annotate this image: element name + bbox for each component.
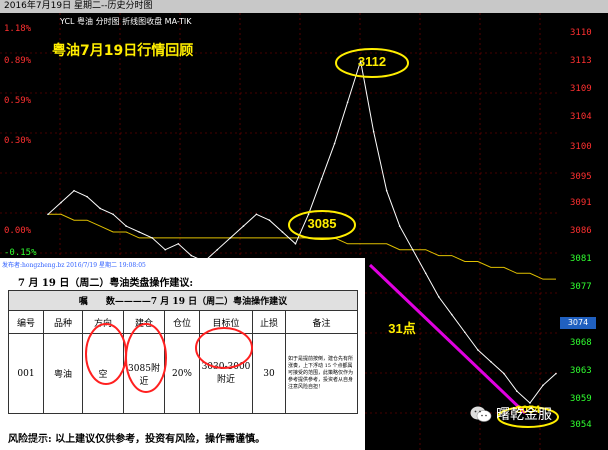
price-point xyxy=(190,254,193,257)
price-point xyxy=(242,225,245,227)
price-point xyxy=(333,142,336,145)
high-callout: 3112 xyxy=(357,54,387,69)
price-point xyxy=(385,189,388,192)
price-tick: 3081 xyxy=(570,254,592,264)
price-tick: 3100 xyxy=(570,142,592,152)
price-point xyxy=(177,242,180,245)
window-title: 2016年7月19日 星期二--历史分时图 xyxy=(0,0,608,13)
price-point xyxy=(516,390,518,393)
price-point xyxy=(542,384,544,387)
trend-line xyxy=(368,263,527,415)
overlay-title: 粤油7月19日行情回顾 xyxy=(52,43,194,59)
price-tick: 3113 xyxy=(570,56,592,66)
chart-header: YCL 粤油 分时图 折线图收盘 MA-TIK xyxy=(60,17,192,26)
watermark: 曙乾金服 xyxy=(496,407,552,423)
price-point xyxy=(86,195,88,198)
price-point xyxy=(477,349,479,351)
price-point xyxy=(450,313,453,316)
price-point xyxy=(73,189,75,192)
price-tick: 3109 xyxy=(570,84,592,94)
pct-tick: 0.89% xyxy=(4,56,32,66)
pct-tick: 0.00% xyxy=(4,226,32,236)
price-point xyxy=(125,225,127,227)
price-point xyxy=(268,219,271,222)
price-point xyxy=(164,248,167,251)
price-point xyxy=(346,101,349,104)
price-point xyxy=(555,372,557,375)
price-tick: 3077 xyxy=(570,282,592,292)
annotation-circles xyxy=(85,323,253,393)
price-tick: 3110 xyxy=(570,28,592,38)
price-tick: 3086 xyxy=(570,226,592,236)
price-point xyxy=(464,331,466,334)
price-point xyxy=(437,296,440,298)
price-point xyxy=(307,213,310,216)
price-point xyxy=(112,213,114,216)
price-tick: 3091 xyxy=(570,198,592,208)
footer-brand: 汇拓财经 xyxy=(22,436,50,444)
pct-tick: -0.15% xyxy=(4,248,37,258)
price-point xyxy=(320,178,323,180)
price-point xyxy=(229,237,232,239)
price-point xyxy=(424,272,427,275)
pct-tick: 1.18% xyxy=(4,24,32,34)
price-tick: 3104 xyxy=(570,112,592,122)
price-point xyxy=(281,231,284,233)
pct-tick: 0.30% xyxy=(4,136,32,146)
price-tick: 3063 xyxy=(570,366,592,376)
price-point xyxy=(151,237,154,239)
price-point xyxy=(294,242,297,245)
price-point xyxy=(216,248,219,251)
price-point xyxy=(255,213,258,216)
price-point xyxy=(490,360,492,363)
price-tick: 3059 xyxy=(570,394,592,404)
price-point xyxy=(503,372,505,375)
wechat-icon xyxy=(470,406,492,422)
price-tick: 3054 xyxy=(570,420,592,430)
price-tick: 3095 xyxy=(570,172,592,182)
mid-callout: 3085 xyxy=(307,216,337,231)
current-price-tag: 3074 xyxy=(560,317,596,329)
drop-callout: 31点 xyxy=(388,321,416,336)
price-point xyxy=(138,231,140,233)
price-point xyxy=(47,213,49,216)
advice-document: 发布者:hongzheng.bz 2016/7/19 星期二 19:08:05 … xyxy=(0,258,365,450)
price-point xyxy=(411,248,414,251)
price-point xyxy=(60,201,62,204)
price-point xyxy=(99,207,101,210)
price-point xyxy=(398,225,401,227)
price-tick: 3068 xyxy=(570,338,592,348)
screen: 2016年7月19日 星期二--历史分时图 YCL 粤油 分时图 折线图收盘 M… xyxy=(0,0,608,450)
price-point xyxy=(372,130,375,133)
pct-tick: 0.59% xyxy=(4,96,32,106)
